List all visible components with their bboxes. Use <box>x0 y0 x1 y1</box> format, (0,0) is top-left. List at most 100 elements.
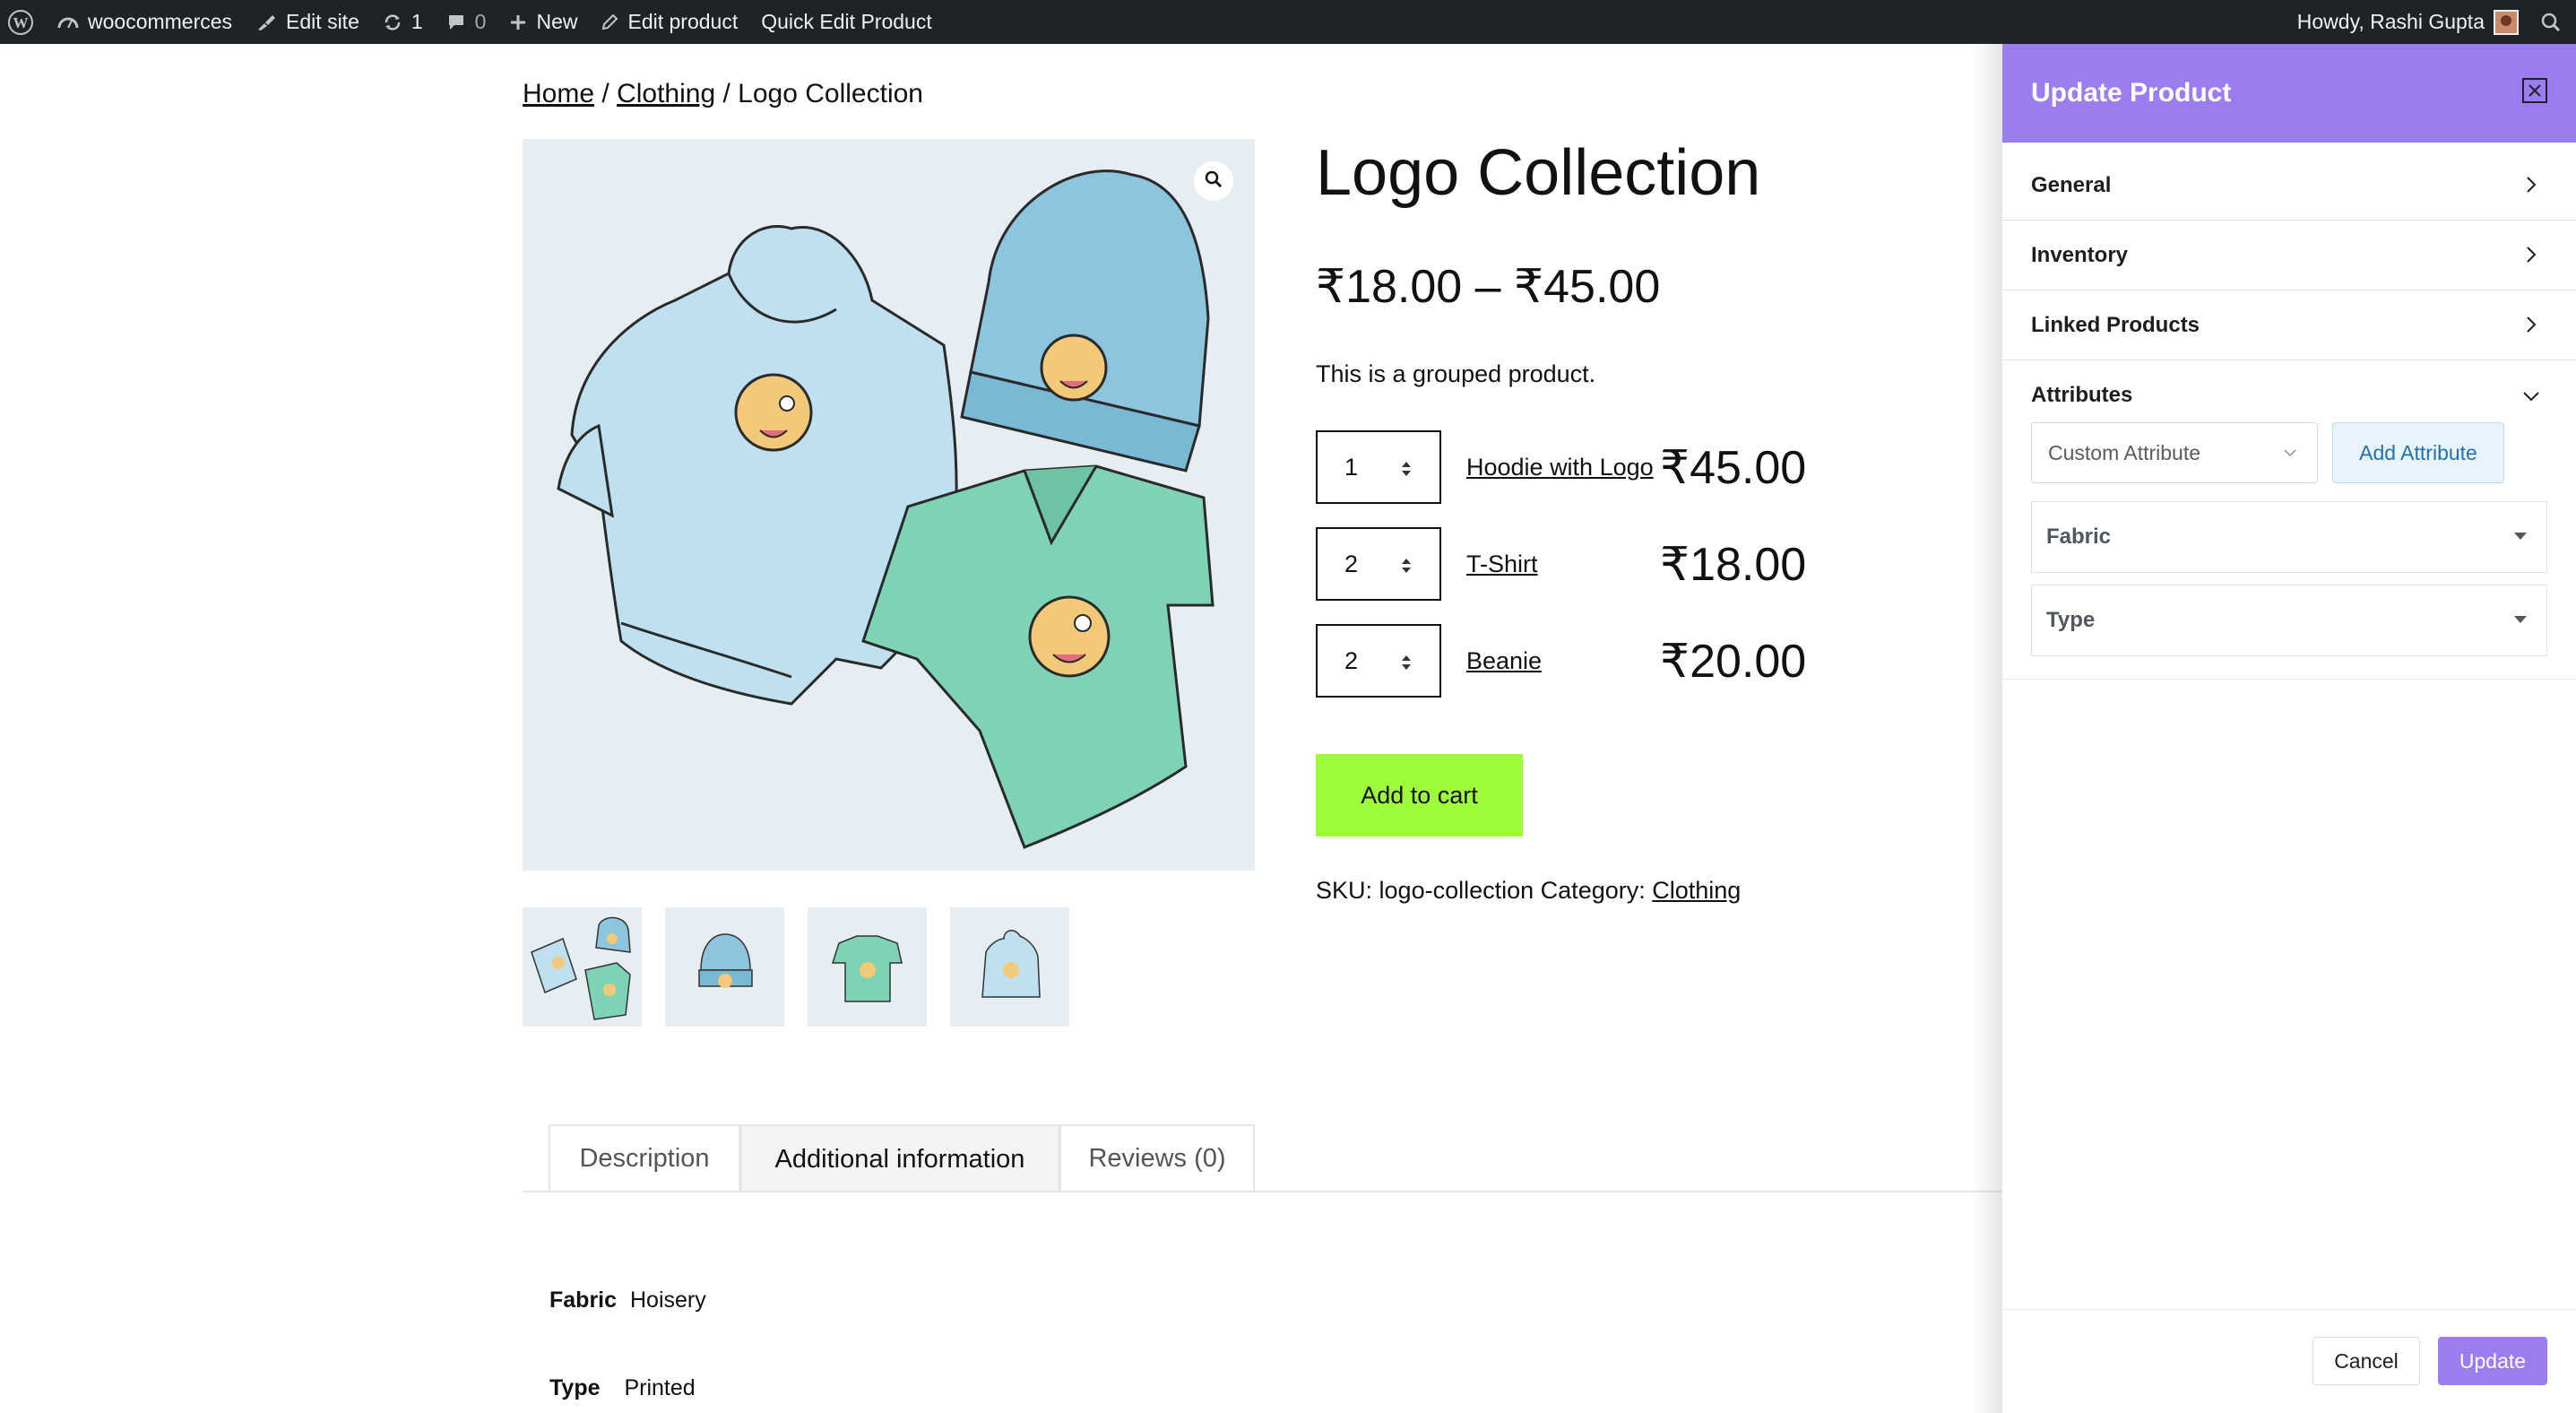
thumbnail-hoodie[interactable] <box>950 907 1069 1027</box>
category-link[interactable]: Clothing <box>1652 877 1741 904</box>
search-icon[interactable] <box>2540 12 2562 33</box>
tab-additional-information[interactable]: Additional information <box>740 1124 1059 1192</box>
chevron-down-icon <box>2523 392 2539 402</box>
brush-icon <box>255 13 277 32</box>
edit-site-label: Edit site <box>286 10 359 33</box>
chevron-right-icon <box>2527 247 2537 263</box>
pencil-icon <box>601 13 618 31</box>
quantity-value: 2 <box>1344 646 1359 674</box>
grouped-product-link[interactable]: Hoodie with Logo <box>1466 454 1654 481</box>
breadcrumb: Home / Clothing / Logo Collection <box>523 79 923 109</box>
svg-text:W: W <box>13 14 29 31</box>
attribute-type-select[interactable]: Custom Attribute <box>2031 422 2318 483</box>
update-product-panel: Update Product General Inventory Linked … <box>2002 44 2576 1413</box>
sku-value: logo-collection <box>1379 877 1534 904</box>
panel-shadow <box>1972 44 2002 1413</box>
grouped-product-price: ₹18.00 <box>1660 539 1807 591</box>
product-title: Logo Collection <box>1316 137 1761 209</box>
breadcrumb-separator: / <box>601 79 609 108</box>
attribute-type-toggle[interactable]: Type <box>2031 585 2547 656</box>
updates-link[interactable]: 1 <box>383 10 423 34</box>
short-description: This is a grouped product. <box>1316 360 1596 387</box>
updates-count: 1 <box>411 10 423 33</box>
site-name-link[interactable]: woocommerces <box>57 10 232 34</box>
quantity-value: 1 <box>1344 453 1359 481</box>
grouped-product-link[interactable]: Beanie <box>1466 647 1542 675</box>
zoom-button[interactable] <box>1194 161 1233 201</box>
comments-count: 0 <box>474 10 487 33</box>
new-content-link[interactable]: New <box>509 10 577 34</box>
section-linked-products[interactable]: Linked Products <box>2002 290 2576 360</box>
attribute-label: Fabric <box>2046 524 2112 549</box>
edit-product-link[interactable]: Edit product <box>601 10 738 34</box>
sku-label: SKU: <box>1316 877 1373 904</box>
comment-icon <box>446 13 466 32</box>
magnifier-icon <box>1204 169 1223 194</box>
spinner-arrows-icon[interactable] <box>1400 653 1413 672</box>
grouped-product-price: ₹20.00 <box>1660 636 1807 688</box>
attribute-fabric-toggle[interactable]: Fabric <box>2031 501 2547 573</box>
section-label: Attributes <box>2031 383 2133 407</box>
section-label: General <box>2031 172 2112 197</box>
tab-description[interactable]: Description <box>549 1124 740 1191</box>
updates-icon <box>383 13 402 32</box>
quantity-stepper[interactable]: 2 <box>1316 624 1441 698</box>
quantity-stepper[interactable]: 1 <box>1316 430 1441 504</box>
caret-down-icon <box>2514 616 2527 623</box>
tab-reviews[interactable]: Reviews (0) <box>1059 1124 1255 1191</box>
new-label: New <box>536 10 578 33</box>
add-attribute-button[interactable]: Add Attribute <box>2332 422 2504 483</box>
quantity-value: 2 <box>1344 550 1359 577</box>
breadcrumb-separator: / <box>722 79 730 108</box>
quantity-stepper[interactable]: 2 <box>1316 527 1441 601</box>
dashboard-icon <box>57 13 79 31</box>
tabs-divider <box>523 1191 2001 1192</box>
grouped-product-price: ₹45.00 <box>1660 442 1807 494</box>
category-label: Category: <box>1540 877 1646 904</box>
breadcrumb-category[interactable]: Clothing <box>617 79 715 108</box>
site-name: woocommerces <box>88 10 233 33</box>
attribute-row-fabric: Fabric Hoisery <box>549 1287 706 1313</box>
panel-header: Update Product <box>2002 44 2576 143</box>
thumbnail-tshirt[interactable] <box>808 907 927 1027</box>
caret-down-icon <box>2514 533 2527 540</box>
panel-divider <box>2002 679 2576 680</box>
attribute-name: Type <box>549 1375 601 1400</box>
section-inventory[interactable]: Inventory <box>2002 221 2576 290</box>
attribute-label: Type <box>2046 608 2096 632</box>
spinner-arrows-icon[interactable] <box>1400 556 1413 576</box>
panel-footer-divider <box>2002 1309 2576 1310</box>
tshirt-illustration <box>861 464 1215 849</box>
wordpress-logo-icon[interactable]: W <box>7 9 34 36</box>
user-greeting[interactable]: Howdy, Rashi Gupta <box>2297 10 2485 34</box>
update-button[interactable]: Update <box>2438 1337 2547 1385</box>
admin-bar: W woocommerces Edit site 1 0 New Edit pr… <box>0 0 2576 44</box>
admin-bar-account: Howdy, Rashi Gupta <box>2297 0 2576 44</box>
close-icon <box>2528 84 2541 97</box>
breadcrumb-home[interactable]: Home <box>523 79 594 108</box>
grouped-product-row: 2 Beanie ₹20.00 <box>1316 624 1836 698</box>
section-label: Inventory <box>2031 242 2129 267</box>
quick-edit-product-link[interactable]: Quick Edit Product <box>761 10 931 34</box>
attribute-value: Printed <box>624 1375 696 1400</box>
close-button[interactable] <box>2522 78 2547 103</box>
edit-product-label: Edit product <box>627 10 739 33</box>
product-main-image[interactable] <box>523 139 1255 871</box>
section-attributes[interactable]: Attributes <box>2002 360 2576 430</box>
thumbnail-logo-collection[interactable] <box>523 907 642 1027</box>
product-meta: SKU: logo-collection Category: Clothing <box>1316 877 1741 905</box>
edit-site-link[interactable]: Edit site <box>255 10 359 34</box>
beanie-illustration <box>960 169 1210 472</box>
grouped-product-row: 2 T-Shirt ₹18.00 <box>1316 527 1836 601</box>
comments-link[interactable]: 0 <box>446 10 487 34</box>
chevron-right-icon <box>2527 316 2537 333</box>
spinner-arrows-icon[interactable] <box>1400 459 1413 479</box>
section-general[interactable]: General <box>2002 151 2576 221</box>
avatar[interactable] <box>2494 9 2519 35</box>
grouped-product-link[interactable]: T-Shirt <box>1466 550 1538 578</box>
cancel-button[interactable]: Cancel <box>2312 1337 2420 1385</box>
thumbnail-beanie[interactable] <box>665 907 784 1027</box>
attribute-row-type: Type Printed <box>549 1375 696 1401</box>
panel-title: Update Product <box>2031 78 2232 108</box>
add-to-cart-button[interactable]: Add to cart <box>1316 754 1523 837</box>
